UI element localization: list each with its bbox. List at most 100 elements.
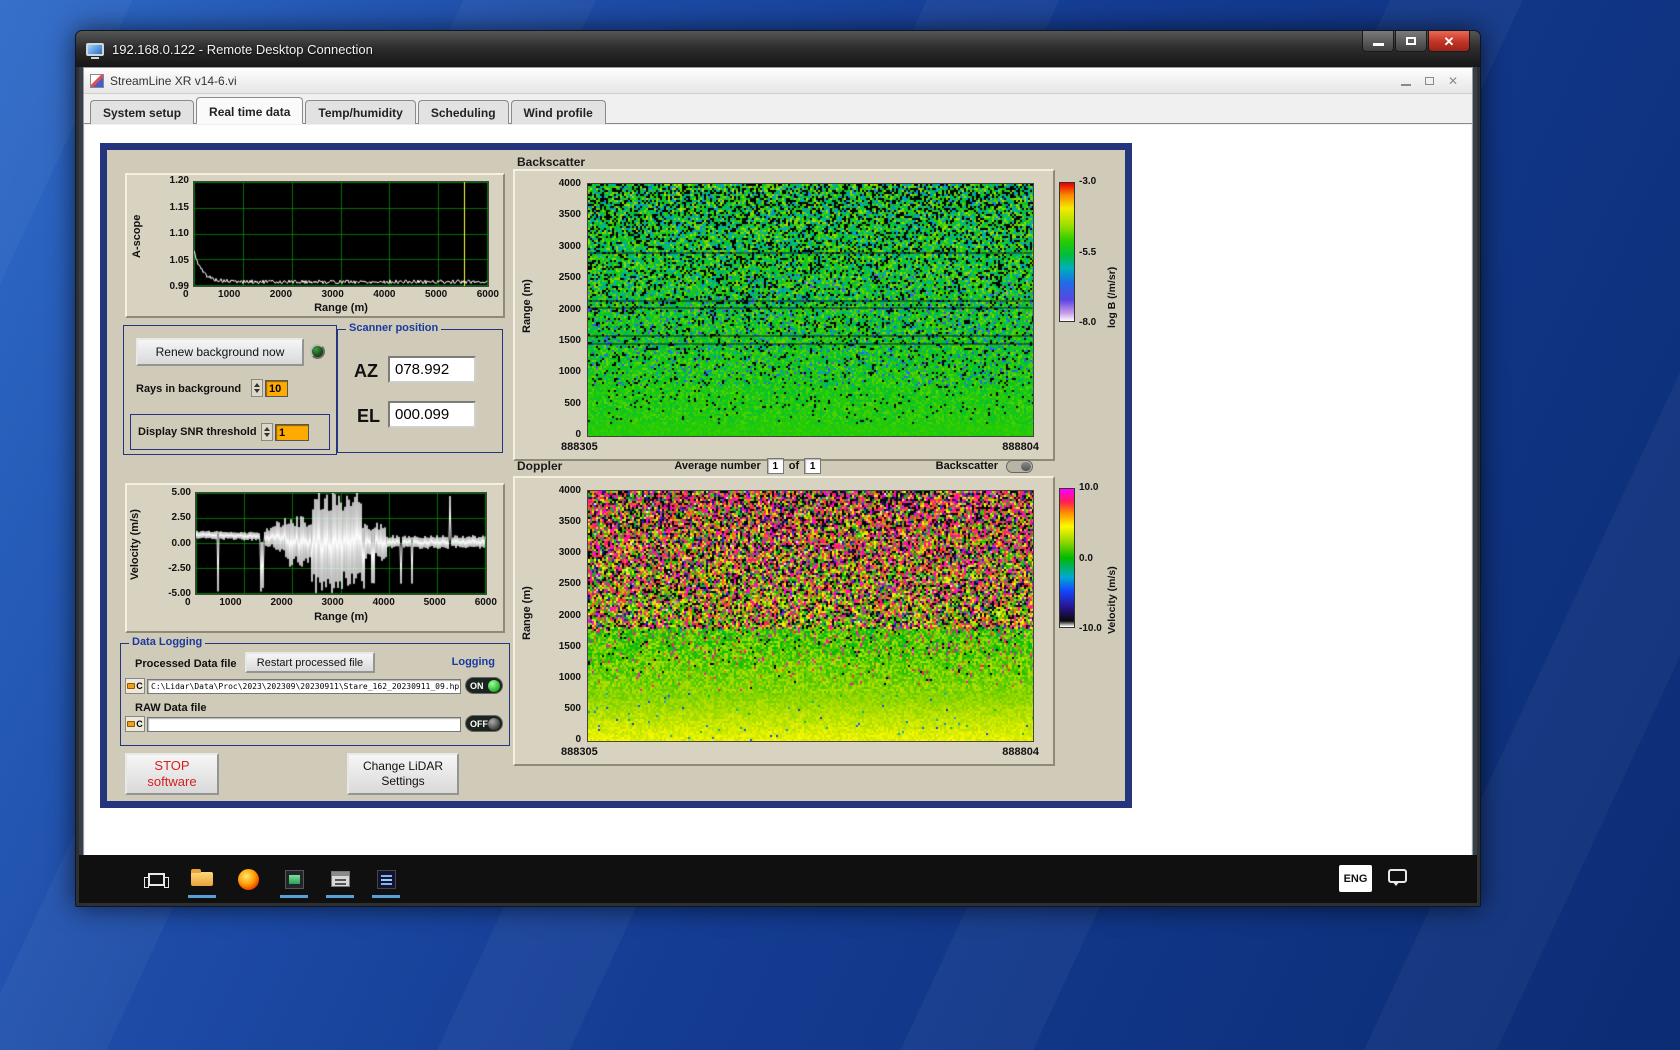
doppler-colorbar-canvas: [1059, 488, 1075, 628]
rdp-maximize-button[interactable]: [1395, 31, 1427, 52]
az-value-field[interactable]: 078.992: [388, 356, 476, 383]
backscatter-heatmap-canvas: [588, 184, 1033, 436]
folder-icon: [191, 869, 213, 886]
scan-scheduler-icon[interactable]: [321, 859, 359, 899]
language-indicator[interactable]: ENG: [1339, 865, 1372, 892]
processed-logging-toggle[interactable]: ON: [465, 677, 503, 694]
lidar-panel: A-scope 1.20 1.15 1.10 1.05 0.99 0 1000 …: [100, 143, 1132, 808]
stop-software-button[interactable]: STOP software: [125, 753, 219, 795]
rdp-title: 192.168.0.122 - Remote Desktop Connectio…: [112, 41, 373, 57]
change-lidar-settings-button[interactable]: Change LiDAR Settings: [347, 753, 459, 795]
minimize-icon: [1372, 43, 1384, 46]
average-number-field-1[interactable]: 1: [766, 458, 784, 474]
ascope-x-axis-label: Range (m): [314, 302, 368, 314]
y-tick: 0.00: [171, 537, 191, 549]
rdp-minimize-button[interactable]: [1362, 31, 1394, 52]
doppler-y-ticks: 4000 3500 3000 2500 2000 1500 1000 500 0: [539, 485, 581, 745]
task-view-icon[interactable]: [137, 859, 175, 899]
drive-letter: C: [136, 681, 143, 691]
rays-spinner[interactable]: [251, 379, 263, 397]
tab-scheduling[interactable]: Scheduling: [417, 100, 509, 124]
y-tick: 500: [564, 397, 581, 409]
app-window: StreamLine XR v14-6.vi ✕ System setup Re…: [83, 67, 1473, 858]
az-label: AZ: [354, 361, 378, 381]
x-tick-end: 888804: [1002, 441, 1039, 453]
x-tick: 5000: [424, 289, 448, 300]
raw-path-field[interactable]: [147, 717, 461, 732]
restart-processed-file-button[interactable]: Restart processed file: [245, 652, 375, 673]
el-value-field[interactable]: 000.099: [388, 401, 476, 428]
change-line-1: Change LiDAR: [362, 759, 444, 773]
velocity-y-axis-label: Velocity (m/s): [129, 509, 141, 581]
spin-down-icon: [264, 433, 270, 437]
data-app-glyph: [376, 869, 396, 889]
app-title: StreamLine XR v14-6.vi: [110, 73, 237, 88]
average-number-field-2[interactable]: 1: [804, 458, 822, 474]
y-tick: 1.05: [169, 254, 189, 266]
notification-icon[interactable]: [1388, 869, 1407, 886]
doppler-plot-area: [587, 490, 1034, 742]
processed-path-field[interactable]: C:\Lidar\Data\Proc\2023\202309\20230911\…: [147, 679, 461, 694]
rdp-close-button[interactable]: ✕: [1428, 31, 1470, 52]
x-tick: 3000: [321, 597, 344, 608]
doppler-colorbar: 10.0 0.0 -10.0 Velocity (m/s): [1059, 482, 1129, 640]
backscatter-x-ticks: 888305 888804: [561, 441, 1039, 453]
doppler-y-axis-label: Range (m): [521, 586, 533, 640]
y-tick: 4000: [558, 485, 581, 496]
app-maximize-icon[interactable]: [1424, 76, 1434, 85]
data-app-icon[interactable]: [367, 859, 405, 899]
renew-background-button[interactable]: Renew background now: [136, 338, 304, 366]
spin-up-icon: [254, 383, 260, 387]
snr-spinner[interactable]: [261, 423, 273, 441]
x-tick: 3000: [321, 289, 344, 300]
app-titlebar[interactable]: StreamLine XR v14-6.vi ✕: [84, 68, 1472, 94]
desktop-background: 192.168.0.122 - Remote Desktop Connectio…: [0, 0, 1680, 1050]
app-minimize-icon[interactable]: [1400, 83, 1411, 86]
backscatter-display-toggle[interactable]: [1006, 459, 1033, 473]
file-explorer-icon[interactable]: [183, 859, 221, 899]
tab-real-time-data[interactable]: Real time data: [196, 97, 304, 124]
firefox-glyph: [237, 868, 259, 890]
backscatter-y-axis-label: Range (m): [521, 279, 533, 333]
task-view-glyph: [143, 872, 169, 888]
raw-path-drive-button[interactable]: C: [125, 716, 145, 732]
x-tick-start: 888305: [561, 746, 598, 758]
x-tick: 6000: [474, 597, 497, 608]
rays-in-background-label: Rays in background: [136, 383, 242, 395]
y-tick: 0: [575, 429, 581, 440]
firefox-icon[interactable]: [229, 859, 267, 899]
y-tick: 1000: [558, 366, 581, 378]
backscatter-plot-group: Range (m) 4000 3500 3000 2500 2000 1500 …: [513, 169, 1055, 461]
x-tick: 0: [185, 597, 191, 608]
backscatter-y-ticks: 4000 3500 3000 2500 2000 1500 1000 500 0: [539, 178, 581, 440]
tab-temp-humidity[interactable]: Temp/humidity: [305, 100, 416, 124]
x-tick: 4000: [373, 289, 396, 300]
rdp-titlebar[interactable]: 192.168.0.122 - Remote Desktop Connectio…: [76, 31, 1480, 67]
doppler-heatmap-canvas: [588, 491, 1033, 741]
processed-path-drive-button[interactable]: C: [125, 678, 145, 694]
toggle-off-led: [488, 717, 500, 730]
velocity-plot-canvas: [196, 493, 486, 594]
x-tick: 4000: [372, 597, 395, 608]
data-logging-box: Data Logging Processed Data file Restart…: [120, 636, 510, 746]
taskbar: ENG: [79, 855, 1477, 903]
y-tick: -2.50: [168, 562, 191, 574]
colorbar-tick: -5.5: [1079, 246, 1097, 258]
x-tick: 2000: [269, 289, 293, 300]
y-tick: 2.50: [171, 512, 191, 524]
app-close-icon[interactable]: ✕: [1448, 75, 1458, 87]
rays-value-field[interactable]: 10: [265, 380, 288, 397]
y-tick: 1.10: [169, 228, 189, 239]
rdp-window-controls: ✕: [1361, 31, 1470, 52]
snr-value-field[interactable]: 1: [275, 424, 309, 441]
raw-logging-toggle[interactable]: OFF: [465, 715, 503, 732]
screenshot-app-icon[interactable]: [275, 859, 313, 899]
rdp-window: 192.168.0.122 - Remote Desktop Connectio…: [75, 30, 1481, 907]
tab-system-setup[interactable]: System setup: [90, 100, 195, 124]
colorbar-tick: 10.0: [1079, 482, 1099, 493]
average-number-label: Average number: [674, 460, 761, 472]
maximize-icon: [1406, 37, 1416, 45]
tab-wind-profile[interactable]: Wind profile: [510, 100, 606, 124]
ascope-y-axis-label: A-scope: [131, 214, 143, 258]
y-tick: 3500: [558, 209, 581, 221]
